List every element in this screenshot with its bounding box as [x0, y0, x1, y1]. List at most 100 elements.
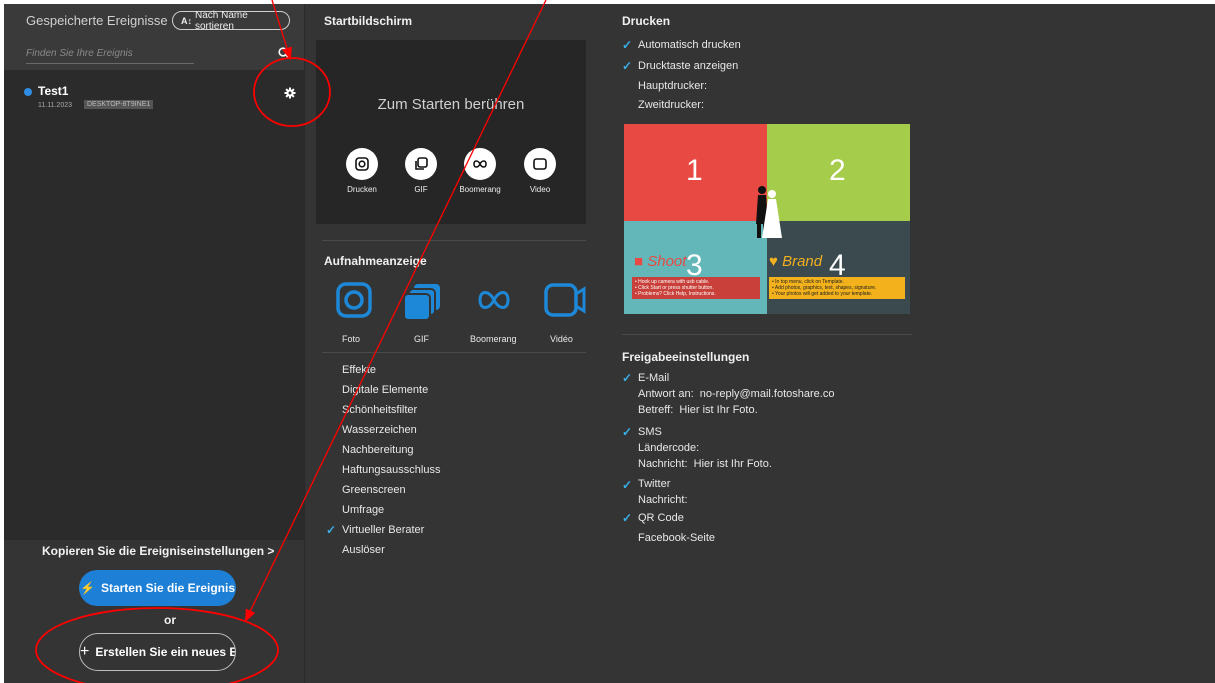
- start-option-label: Boomerang: [459, 185, 501, 194]
- app-window: Gespeicherte Ereignisse A↕ Nach Name sor…: [4, 4, 1215, 683]
- sort-by-name-button[interactable]: A↕ Nach Name sortieren: [172, 9, 290, 32]
- heart-icon: ♥: [769, 253, 783, 270]
- template-shoot-word: ■ Shoot: [634, 253, 687, 270]
- checkmark-icon: ✓: [622, 478, 633, 492]
- template-cell-4: ♥ Brand 4 • In top menu, click on Templa…: [767, 221, 910, 314]
- template-cell-1: 1: [624, 124, 767, 221]
- start-screen-preview[interactable]: Zum Starten berühren Drucken GIF Boomera…: [316, 40, 586, 224]
- capture-gif-icon[interactable]: [396, 280, 448, 329]
- capture-boomerang-icon[interactable]: [468, 280, 520, 325]
- template-cell-3: ■ Shoot 3 • Hook up camera with usb cabl…: [624, 221, 767, 314]
- saved-events-title: Gespeicherte Ereignisse: [26, 13, 168, 28]
- menu-item-watermark[interactable]: Wasserzeichen: [342, 424, 417, 436]
- checkmark-icon: ✓: [622, 38, 633, 52]
- start-option-boomerang[interactable]: Boomerang: [457, 148, 503, 194]
- search-input[interactable]: [26, 44, 194, 64]
- lightning-icon: ⚡: [80, 581, 95, 595]
- checkmark-icon: ✓: [622, 425, 633, 439]
- gear-icon[interactable]: [284, 86, 296, 104]
- capture-video-icon[interactable]: [538, 280, 590, 325]
- template-shoot-box: • Hook up camera with usb cable. • Click…: [632, 277, 760, 299]
- create-new-event-label: Erstellen Sie ein neues E: [95, 645, 236, 659]
- layers-icon: [405, 148, 437, 180]
- sort-label: Nach Name sortieren: [195, 9, 248, 32]
- qr-code-option[interactable]: QR Code: [638, 512, 684, 524]
- capture-label: GIF: [414, 334, 429, 344]
- share-settings-title: Freigabeeinstellungen: [622, 350, 750, 364]
- second-printer-label: Zweitdrucker:: [638, 99, 705, 111]
- start-screen-title: Startbildschirm: [324, 14, 413, 28]
- touch-to-start-text: Zum Starten berühren: [377, 96, 525, 113]
- menu-item-digital-elements[interactable]: Digitale Elemente: [342, 384, 428, 396]
- menu-item-virtual-advisor[interactable]: Virtueller Berater: [342, 524, 424, 536]
- copy-settings-link[interactable]: Kopieren Sie die Ereigniseinstellungen >: [42, 544, 274, 558]
- capture-label: Foto: [342, 334, 361, 344]
- email-option[interactable]: E-Mail: [638, 372, 669, 384]
- start-option-label: Video: [529, 185, 551, 194]
- sidebar-divider: [304, 4, 305, 683]
- menu-item-post-processing[interactable]: Nachbereitung: [342, 444, 414, 456]
- checkmark-icon: ✓: [622, 59, 633, 73]
- divider: [322, 352, 586, 353]
- show-print-button-option[interactable]: Drucktaste anzeigen: [638, 60, 738, 72]
- print-title: Drucken: [622, 14, 671, 28]
- middle-column: Startbildschirm Zum Starten berühren Dru…: [316, 4, 592, 683]
- sort-az-icon: A↕: [181, 15, 192, 26]
- start-event-label: Starten Sie die Ereignis: [100, 581, 235, 595]
- sms-message-row: Nachricht: Hier ist Ihr Foto.: [638, 458, 772, 470]
- capture-label: Boomerang: [470, 334, 517, 344]
- right-column: Drucken ✓ Automatisch drucken ✓ Drucktas…: [616, 4, 916, 683]
- event-name: Test1: [38, 84, 69, 98]
- subject-row: Betreff: Hier ist Ihr Foto.: [638, 404, 758, 416]
- checkmark-icon: ✓: [622, 511, 633, 525]
- wedding-couple-icon: [756, 186, 782, 238]
- sidebar-header: Gespeicherte Ereignisse A↕ Nach Name sor…: [4, 4, 304, 70]
- instagram-icon: [346, 148, 378, 180]
- facebook-page-option[interactable]: Facebook-Seite: [638, 532, 715, 544]
- capture-display-title: Aufnahmeanzeige: [324, 254, 427, 268]
- template-brand-box: • In top menu, click on Template. • Add …: [769, 277, 905, 299]
- print-template-preview[interactable]: 1 2 ■ Shoot 3 • Hook up camera with usb …: [624, 124, 910, 314]
- video-icon: [524, 148, 556, 180]
- or-label: or: [164, 613, 176, 627]
- auto-print-option[interactable]: Automatisch drucken: [638, 39, 741, 51]
- sms-option[interactable]: SMS: [638, 426, 662, 438]
- event-date: 11.11.2023: [38, 102, 72, 109]
- event-status-dot: [24, 88, 32, 96]
- plus-icon: +: [80, 643, 90, 660]
- search-icon[interactable]: [278, 46, 290, 64]
- event-device-badge: DESKTOP-8T9INE1: [84, 100, 154, 109]
- menu-item-disclaimer[interactable]: Haftungsausschluss: [342, 464, 440, 476]
- reply-to-row: Antwort an: no-reply@mail.fotoshare.co: [638, 388, 835, 400]
- event-list-item[interactable]: Test1 11.11.2023 DESKTOP-8T9INE1: [4, 80, 304, 122]
- start-option-video[interactable]: Video: [517, 148, 563, 194]
- twitter-option[interactable]: Twitter: [638, 478, 670, 490]
- checkmark-icon: ✓: [622, 371, 633, 385]
- main-printer-label: Hauptdrucker:: [638, 80, 708, 92]
- sidebar: Gespeicherte Ereignisse A↕ Nach Name sor…: [4, 4, 304, 683]
- template-cell-2: 2: [767, 124, 910, 221]
- menu-item-greenscreen[interactable]: Greenscreen: [342, 484, 406, 496]
- menu-item-effects[interactable]: Effekte: [342, 364, 376, 376]
- checkmark-icon: ✓: [326, 523, 337, 537]
- event-list: Test1 11.11.2023 DESKTOP-8T9INE1: [4, 70, 304, 540]
- camera-icon: ■: [634, 253, 648, 270]
- divider: [322, 240, 586, 241]
- create-new-event-button[interactable]: + Erstellen Sie ein neues E: [79, 633, 236, 671]
- start-option-label: Drucken: [347, 185, 377, 194]
- menu-item-trigger[interactable]: Auslöser: [342, 544, 385, 556]
- twitter-message-label: Nachricht:: [638, 494, 688, 506]
- template-number: 2: [829, 154, 846, 187]
- start-option-gif[interactable]: GIF: [398, 148, 444, 194]
- start-option-label: GIF: [414, 185, 428, 194]
- template-number: 1: [686, 154, 703, 187]
- capture-photo-icon[interactable]: [328, 280, 380, 325]
- template-brand-word: ♥ Brand: [769, 253, 823, 270]
- start-option-print[interactable]: Drucken: [339, 148, 385, 194]
- menu-item-beauty-filter[interactable]: Schönheitsfilter: [342, 404, 417, 416]
- country-code-label: Ländercode:: [638, 442, 700, 454]
- start-event-button[interactable]: ⚡ Starten Sie die Ereignis: [79, 570, 236, 606]
- infinity-icon: [464, 148, 496, 180]
- divider: [622, 334, 912, 335]
- menu-item-survey[interactable]: Umfrage: [342, 504, 384, 516]
